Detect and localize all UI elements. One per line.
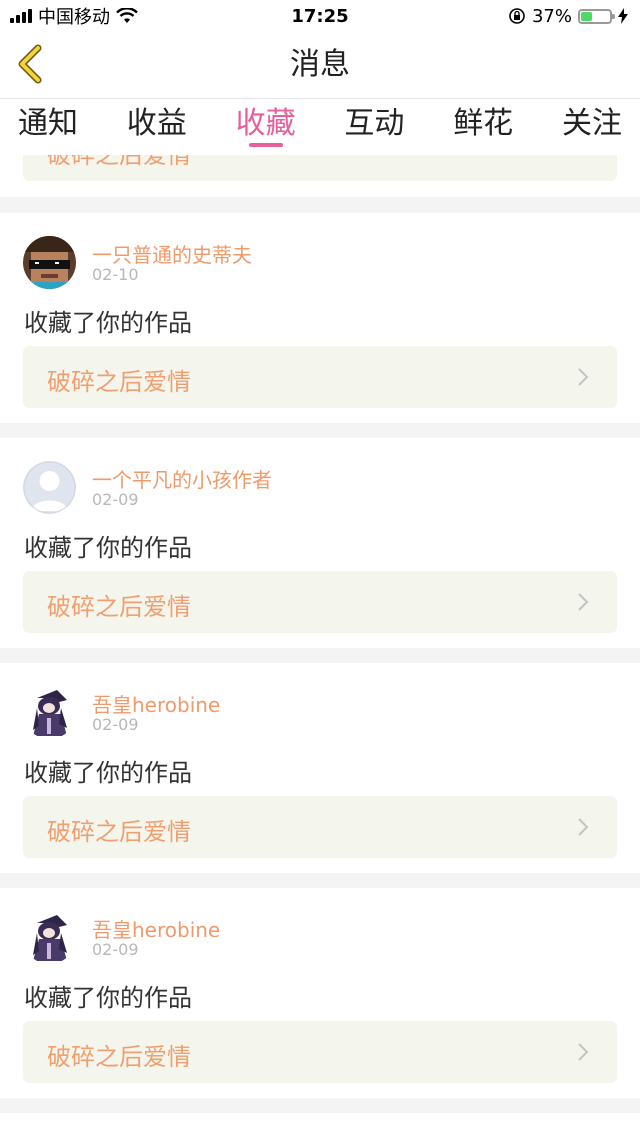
list-item: 吾皇herobine 02-09 收藏了你的作品 破碎之后爱情 xyxy=(0,888,640,1098)
tab-interactions[interactable]: 互动 xyxy=(344,99,404,155)
battery-percent: 37% xyxy=(531,5,572,27)
tab-notifications[interactable]: 通知 xyxy=(18,99,78,155)
username[interactable]: 吾皇herobine xyxy=(92,914,220,943)
status-bar: 中国移动 17:25 37% xyxy=(0,0,640,32)
orientation-lock-icon xyxy=(509,8,525,24)
username[interactable]: 吾皇herobine xyxy=(92,689,220,718)
work-title: 破碎之后爱情 xyxy=(47,593,191,621)
work-link[interactable]: 破碎之后爱情 xyxy=(23,155,617,181)
work-link[interactable]: 破碎之后爱情 xyxy=(23,1021,617,1083)
tab-favorites[interactable]: 收藏 xyxy=(236,99,296,155)
action-text: 收藏了你的作品 xyxy=(24,759,192,787)
username[interactable]: 一只普通的史蒂夫 xyxy=(92,239,252,268)
charging-icon xyxy=(618,8,628,24)
work-link[interactable]: 破碎之后爱情 xyxy=(23,796,617,858)
action-text: 收藏了你的作品 xyxy=(24,534,192,562)
work-title: 破碎之后爱情 xyxy=(47,155,191,169)
message-date: 02-09 xyxy=(92,940,139,959)
chevron-right-icon xyxy=(578,593,589,611)
message-list: 破碎之后爱情 一只普通的史蒂夫 02-10 收藏了你的作品 破碎之后爱情 一个平… xyxy=(0,155,640,1138)
work-title: 破碎之后爱情 xyxy=(47,818,191,846)
action-text: 收藏了你的作品 xyxy=(24,984,192,1012)
username[interactable]: 一个平凡的小孩作者 xyxy=(92,464,272,493)
work-link[interactable]: 破碎之后爱情 xyxy=(23,346,617,408)
avatar[interactable] xyxy=(23,911,76,964)
list-item-partial xyxy=(0,1113,640,1138)
tab-flowers[interactable]: 鲜花 xyxy=(453,99,513,155)
tab-bar: 通知 收益 收藏 互动 鲜花 关注 xyxy=(0,99,640,155)
tab-earnings[interactable]: 收益 xyxy=(127,99,187,155)
list-item-partial: 破碎之后爱情 xyxy=(0,155,640,197)
nav-header: 消息 xyxy=(0,32,640,99)
chevron-right-icon xyxy=(578,818,589,836)
message-date: 02-09 xyxy=(92,490,139,509)
page-title: 消息 xyxy=(290,47,350,82)
work-link[interactable]: 破碎之后爱情 xyxy=(23,571,617,633)
chevron-right-icon xyxy=(578,368,589,386)
tab-following[interactable]: 关注 xyxy=(562,99,622,155)
battery-icon xyxy=(578,8,615,24)
list-item: 一个平凡的小孩作者 02-09 收藏了你的作品 破碎之后爱情 xyxy=(0,438,640,648)
avatar[interactable] xyxy=(23,461,76,514)
work-title: 破碎之后爱情 xyxy=(47,368,191,396)
avatar[interactable] xyxy=(23,686,76,739)
list-item: 吾皇herobine 02-09 收藏了你的作品 破碎之后爱情 xyxy=(0,663,640,873)
message-date: 02-10 xyxy=(92,265,139,284)
avatar[interactable] xyxy=(23,236,76,289)
chevron-right-icon xyxy=(578,1043,589,1061)
list-item: 一只普通的史蒂夫 02-10 收藏了你的作品 破碎之后爱情 xyxy=(0,213,640,423)
message-date: 02-09 xyxy=(92,715,139,734)
action-text: 收藏了你的作品 xyxy=(24,309,192,337)
work-title: 破碎之后爱情 xyxy=(47,1043,191,1071)
